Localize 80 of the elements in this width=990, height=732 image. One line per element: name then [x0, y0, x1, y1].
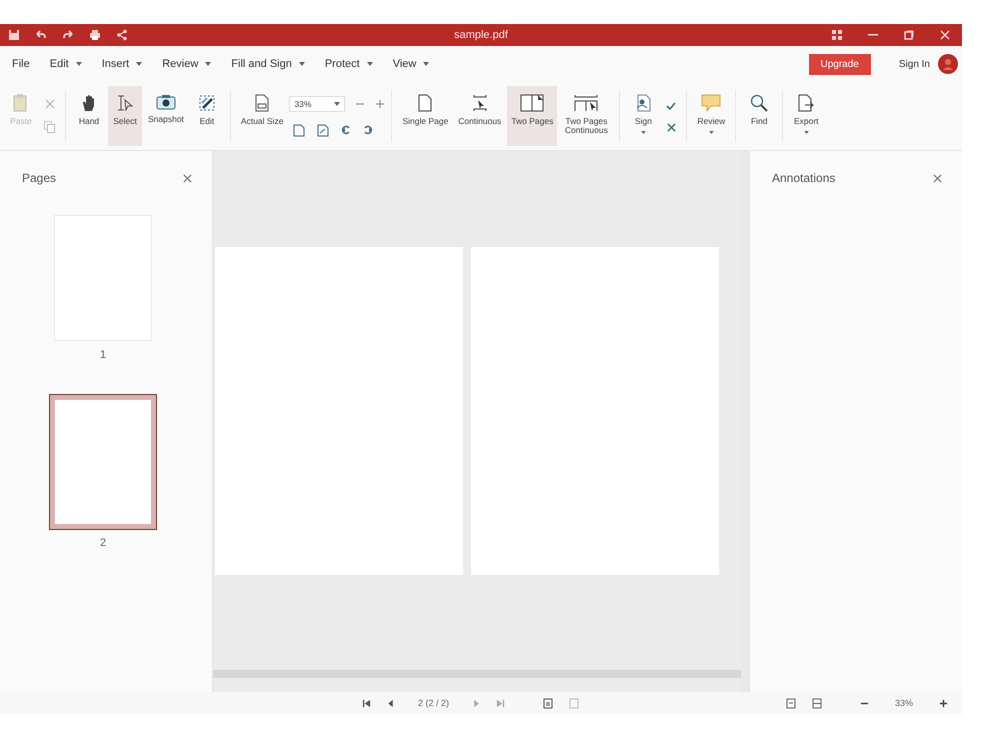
- signature-document-icon: [635, 94, 652, 112]
- layout-icon[interactable]: [812, 698, 822, 708]
- find-button[interactable]: Find: [742, 86, 776, 146]
- panel-title: Annotations: [772, 171, 836, 185]
- layout-button[interactable]: Two Pages: [507, 86, 558, 146]
- continuous-pages-icon: [472, 94, 487, 112]
- caret-icon: [205, 62, 212, 66]
- caret-icon: [334, 102, 340, 106]
- menu-item[interactable]: Insert: [94, 56, 150, 72]
- sign-button[interactable]: Sign: [626, 86, 660, 146]
- caret-icon: [298, 62, 305, 66]
- page-indicator[interactable]: 2 (2 / 2): [418, 698, 450, 708]
- export-icon: [798, 94, 814, 112]
- save-icon[interactable]: [8, 29, 20, 41]
- check-icon[interactable]: [666, 100, 676, 110]
- vertical-scrollbar[interactable]: [741, 151, 749, 692]
- fit-width-icon[interactable]: [317, 124, 330, 136]
- hand-icon: [81, 94, 97, 112]
- page-number: 2: [100, 537, 106, 549]
- caret-icon: [708, 130, 714, 134]
- tool-button[interactable]: Edit: [190, 86, 224, 146]
- document-icon: [255, 94, 270, 112]
- window-title: sample.pdf: [454, 29, 508, 41]
- menu-item[interactable]: View: [384, 56, 438, 72]
- previous-page-icon[interactable]: [387, 698, 394, 708]
- camera-icon: [156, 94, 176, 110]
- print-icon[interactable]: [89, 29, 101, 41]
- text-cursor-icon: [116, 94, 134, 112]
- close-icon[interactable]: [933, 174, 942, 182]
- close-icon[interactable]: [183, 174, 192, 182]
- apps-icon[interactable]: [832, 30, 842, 40]
- cross-icon[interactable]: [666, 122, 676, 132]
- two-pages-continuous-icon: [574, 94, 598, 112]
- page-number: 1: [100, 349, 106, 361]
- tool-button[interactable]: Snapshot: [144, 86, 188, 146]
- page-icon[interactable]: [543, 698, 554, 708]
- share-icon[interactable]: [116, 29, 128, 41]
- actual-size-button[interactable]: Actual Size: [236, 86, 288, 146]
- rotate-right-icon[interactable]: [363, 125, 374, 135]
- edit-icon: [198, 94, 216, 112]
- upgrade-button[interactable]: Upgrade: [808, 54, 871, 74]
- fit-page-icon[interactable]: [293, 124, 306, 136]
- undo-icon[interactable]: [35, 29, 47, 41]
- layout-button[interactable]: Continuous: [454, 86, 506, 146]
- document-icon: [418, 94, 432, 112]
- menu-item[interactable]: Fill and Sign: [223, 56, 313, 72]
- layout-button[interactable]: Single Page: [398, 86, 452, 146]
- caret-icon: [804, 130, 809, 134]
- caret-icon: [76, 62, 82, 66]
- menu-item[interactable]: Edit: [42, 56, 90, 72]
- search-icon: [750, 94, 768, 112]
- two-pages-icon: [520, 94, 544, 112]
- restore-icon[interactable]: [904, 30, 914, 40]
- export-button[interactable]: Export: [789, 86, 824, 146]
- menu-item[interactable]: Protect: [316, 56, 381, 72]
- clipboard-icon: [13, 94, 29, 112]
- zoom-field[interactable]: 33%: [289, 96, 346, 112]
- zoom-level: 33%: [894, 698, 913, 708]
- caret-icon: [423, 62, 430, 66]
- caret-icon: [366, 62, 373, 66]
- review-button[interactable]: Review: [693, 86, 730, 146]
- comment-icon: [701, 94, 722, 112]
- panel-title: Pages: [22, 171, 56, 185]
- caret-icon: [136, 62, 142, 66]
- page-thumbnail[interactable]: [50, 395, 156, 529]
- layout-button[interactable]: Two Pages Continuous: [559, 86, 614, 146]
- horizontal-scrollbar[interactable]: [213, 670, 741, 678]
- minimize-icon[interactable]: [868, 34, 878, 36]
- caret-icon: [640, 130, 646, 134]
- sign-in-link[interactable]: Sign In: [898, 58, 930, 70]
- tool-button[interactable]: Hand: [72, 86, 106, 146]
- rotate-left-icon[interactable]: [341, 125, 352, 135]
- first-page-icon[interactable]: [362, 698, 371, 708]
- avatar-icon[interactable]: [938, 54, 958, 74]
- zoom-in-icon[interactable]: [939, 698, 948, 708]
- redo-icon[interactable]: [62, 29, 74, 41]
- menu-item[interactable]: Review: [154, 56, 220, 72]
- page-icon[interactable]: [786, 698, 796, 708]
- menu-item[interactable]: File: [4, 56, 38, 72]
- tool-button[interactable]: Select: [108, 86, 142, 146]
